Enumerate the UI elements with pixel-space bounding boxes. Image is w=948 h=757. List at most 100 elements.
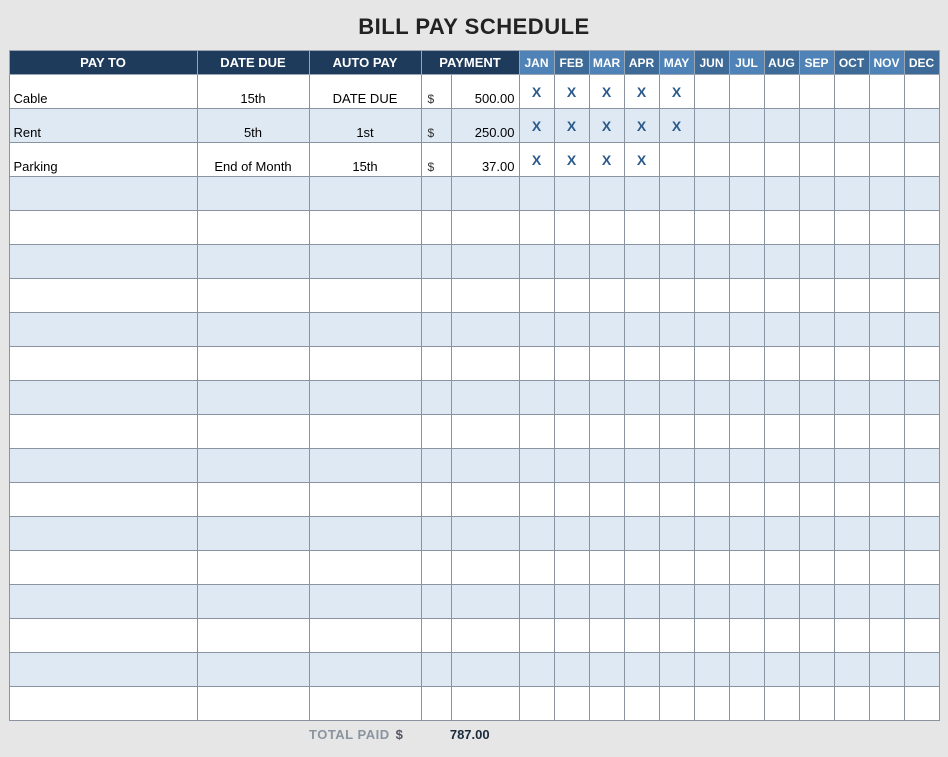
cell-month-jan[interactable] (519, 653, 554, 687)
cell-month-sep[interactable] (799, 75, 834, 109)
cell-month-jun[interactable] (694, 483, 729, 517)
cell-month-jun[interactable] (694, 653, 729, 687)
cell-month-sep[interactable] (799, 177, 834, 211)
cell-date-due[interactable] (197, 211, 309, 245)
cell-payment-amount[interactable] (451, 211, 519, 245)
cell-month-sep[interactable] (799, 347, 834, 381)
cell-date-due[interactable] (197, 177, 309, 211)
cell-payment-amount[interactable] (451, 619, 519, 653)
cell-month-mar[interactable] (589, 245, 624, 279)
cell-month-nov[interactable] (869, 415, 904, 449)
cell-month-nov[interactable] (869, 653, 904, 687)
cell-month-jun[interactable] (694, 551, 729, 585)
cell-auto-pay[interactable] (309, 551, 421, 585)
cell-month-sep[interactable] (799, 415, 834, 449)
cell-month-jan[interactable] (519, 415, 554, 449)
cell-month-jan[interactable] (519, 313, 554, 347)
cell-month-mar[interactable] (589, 687, 624, 721)
cell-month-jul[interactable] (729, 483, 764, 517)
cell-month-dec[interactable] (904, 653, 939, 687)
cell-month-aug[interactable] (764, 279, 799, 313)
cell-month-aug[interactable] (764, 381, 799, 415)
cell-payment-currency[interactable]: $ (421, 75, 451, 109)
cell-month-aug[interactable] (764, 517, 799, 551)
cell-payment-amount[interactable] (451, 177, 519, 211)
cell-month-jan[interactable] (519, 381, 554, 415)
cell-month-may[interactable] (659, 313, 694, 347)
cell-month-feb[interactable] (554, 449, 589, 483)
cell-pay-to[interactable] (9, 415, 197, 449)
cell-month-jul[interactable] (729, 517, 764, 551)
cell-payment-currency[interactable] (421, 177, 451, 211)
cell-month-dec[interactable] (904, 619, 939, 653)
cell-month-aug[interactable] (764, 177, 799, 211)
cell-month-jun[interactable] (694, 245, 729, 279)
cell-month-apr[interactable] (624, 619, 659, 653)
cell-month-feb[interactable] (554, 517, 589, 551)
cell-month-mar[interactable] (589, 381, 624, 415)
cell-month-jul[interactable] (729, 109, 764, 143)
cell-month-mar[interactable] (589, 449, 624, 483)
cell-month-dec[interactable] (904, 347, 939, 381)
cell-month-oct[interactable] (834, 449, 869, 483)
cell-payment-currency[interactable] (421, 211, 451, 245)
cell-month-feb[interactable] (554, 177, 589, 211)
cell-payment-amount[interactable]: 37.00 (451, 143, 519, 177)
cell-payment-amount[interactable] (451, 245, 519, 279)
cell-month-jul[interactable] (729, 143, 764, 177)
cell-month-dec[interactable] (904, 75, 939, 109)
header-pay-to[interactable]: PAY TO (9, 51, 197, 75)
cell-month-mar[interactable]: X (589, 75, 624, 109)
cell-pay-to[interactable] (9, 517, 197, 551)
cell-pay-to[interactable]: Rent (9, 109, 197, 143)
cell-month-jan[interactable]: X (519, 109, 554, 143)
cell-month-may[interactable] (659, 585, 694, 619)
cell-month-mar[interactable]: X (589, 109, 624, 143)
cell-month-dec[interactable] (904, 517, 939, 551)
cell-month-dec[interactable] (904, 211, 939, 245)
cell-month-sep[interactable] (799, 313, 834, 347)
cell-month-mar[interactable] (589, 483, 624, 517)
cell-auto-pay[interactable] (309, 245, 421, 279)
cell-auto-pay[interactable] (309, 279, 421, 313)
cell-month-feb[interactable] (554, 483, 589, 517)
cell-month-nov[interactable] (869, 449, 904, 483)
cell-month-may[interactable] (659, 415, 694, 449)
cell-month-oct[interactable] (834, 177, 869, 211)
cell-month-oct[interactable] (834, 517, 869, 551)
cell-month-feb[interactable] (554, 381, 589, 415)
cell-month-may[interactable] (659, 177, 694, 211)
cell-date-due[interactable]: 5th (197, 109, 309, 143)
cell-month-apr[interactable] (624, 653, 659, 687)
cell-month-dec[interactable] (904, 109, 939, 143)
cell-month-aug[interactable] (764, 211, 799, 245)
cell-month-nov[interactable] (869, 347, 904, 381)
cell-month-dec[interactable] (904, 279, 939, 313)
cell-month-oct[interactable] (834, 619, 869, 653)
cell-auto-pay[interactable] (309, 211, 421, 245)
cell-month-dec[interactable] (904, 143, 939, 177)
cell-month-sep[interactable] (799, 585, 834, 619)
cell-auto-pay[interactable] (309, 619, 421, 653)
cell-month-nov[interactable] (869, 143, 904, 177)
cell-date-due[interactable]: 15th (197, 75, 309, 109)
cell-month-sep[interactable] (799, 245, 834, 279)
cell-auto-pay[interactable] (309, 347, 421, 381)
cell-month-mar[interactable] (589, 347, 624, 381)
cell-month-apr[interactable] (624, 245, 659, 279)
cell-month-may[interactable] (659, 211, 694, 245)
header-month-dec[interactable]: DEC (904, 51, 939, 75)
cell-date-due[interactable] (197, 687, 309, 721)
cell-auto-pay[interactable] (309, 177, 421, 211)
cell-month-apr[interactable] (624, 585, 659, 619)
cell-month-apr[interactable] (624, 381, 659, 415)
cell-month-mar[interactable]: X (589, 143, 624, 177)
cell-month-may[interactable] (659, 449, 694, 483)
cell-month-jun[interactable] (694, 347, 729, 381)
cell-month-oct[interactable] (834, 245, 869, 279)
cell-month-jun[interactable] (694, 517, 729, 551)
cell-month-sep[interactable] (799, 211, 834, 245)
header-month-jul[interactable]: JUL (729, 51, 764, 75)
cell-month-may[interactable] (659, 517, 694, 551)
cell-month-feb[interactable]: X (554, 109, 589, 143)
